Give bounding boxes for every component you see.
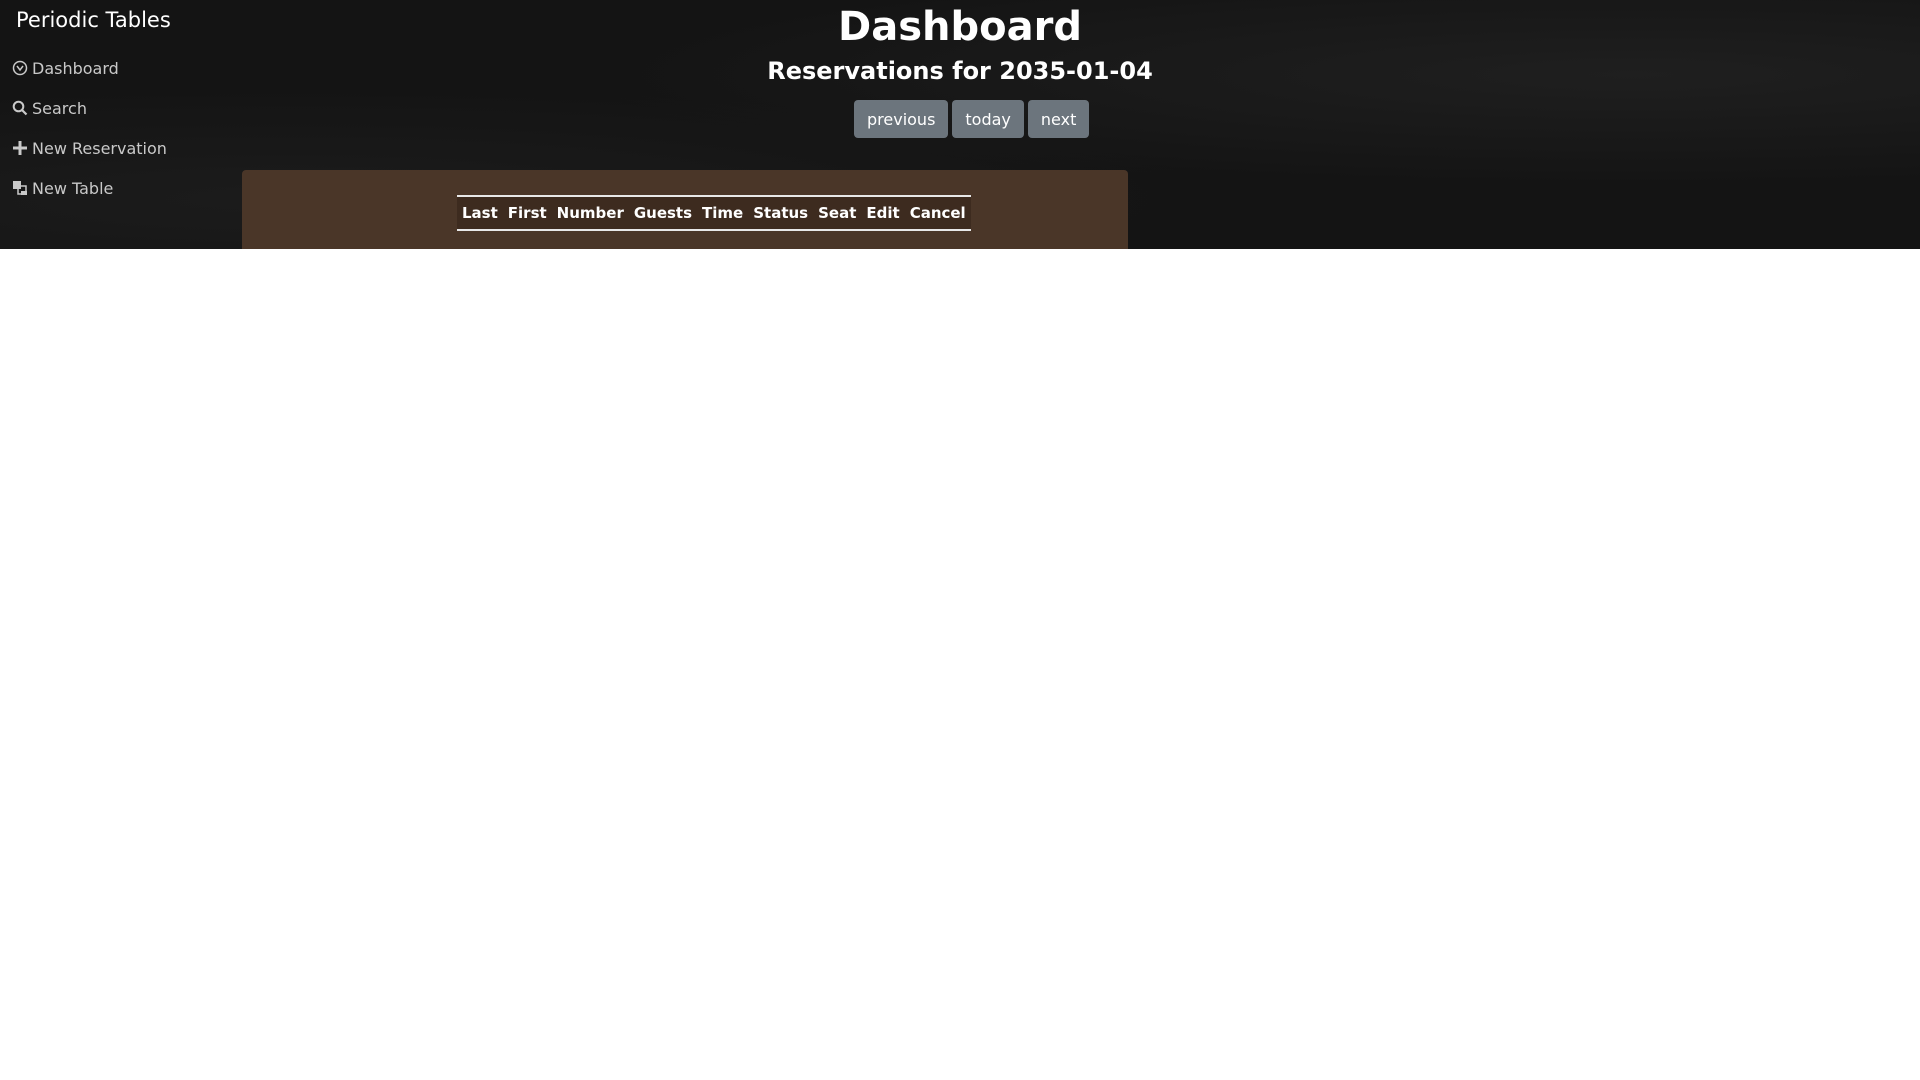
column-header-number: Number [556,204,624,222]
plus-icon [12,140,28,156]
column-header-time: Time [702,204,744,222]
sidebar-item-search[interactable]: Search [12,88,167,128]
page-header: Dashboard Reservations for 2035-01-04 [0,0,1920,87]
sidebar-item-new-table[interactable]: New Table [12,168,167,208]
reservations-table: Last First Number Guests Time Status Sea… [457,195,971,231]
previous-button[interactable]: previous [854,100,949,138]
column-header-guests: Guests [633,204,693,222]
new-table-icon [12,180,28,196]
column-header-cancel: Cancel [909,204,966,222]
sidebar-item-new-reservation[interactable]: New Reservation [12,128,167,168]
sidebar-item-label: Search [32,98,87,118]
column-header-first: First [507,204,547,222]
page-title: Dashboard [838,4,1082,50]
page-subtitle: Reservations for 2035-01-04 [767,57,1153,85]
date-navigation: previous today next [854,100,1090,138]
column-header-status: Status [753,204,809,222]
sidebar-item-label: New Table [32,178,114,198]
next-button[interactable]: next [1027,100,1090,138]
today-button[interactable]: today [952,100,1024,138]
sidebar-item-label: New Reservation [32,138,167,158]
table-header-row: Last First Number Guests Time Status Sea… [457,196,971,230]
column-header-edit: Edit [866,204,900,222]
column-header-last: Last [462,204,498,222]
search-icon [12,100,28,116]
column-header-seat: Seat [818,204,857,222]
